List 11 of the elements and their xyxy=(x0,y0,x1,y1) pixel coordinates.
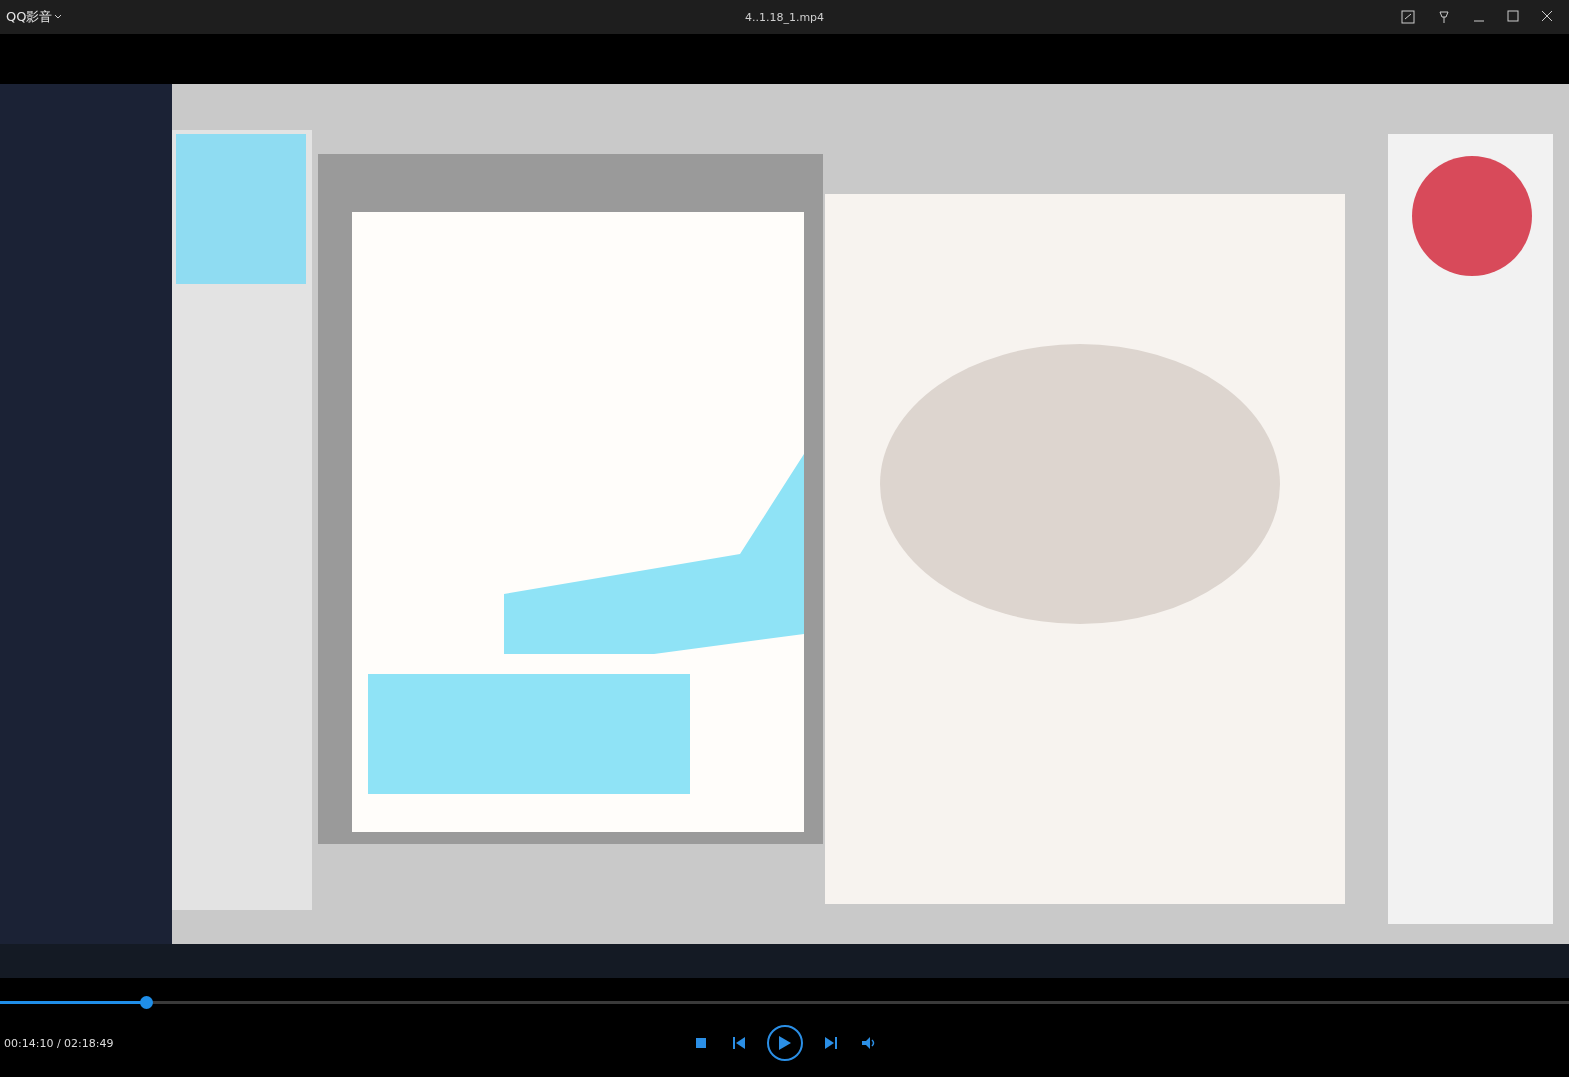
previous-icon xyxy=(732,1037,745,1049)
volume-icon xyxy=(861,1037,876,1049)
progress-handle[interactable] xyxy=(139,996,153,1009)
app-title: QQ影音 xyxy=(6,8,53,26)
chevron-down-icon[interactable] xyxy=(54,14,63,20)
play-icon xyxy=(778,1036,791,1050)
stop-icon xyxy=(695,1038,706,1048)
video-title: 4..1.18_1.mp4 xyxy=(744,10,825,24)
next-icon xyxy=(824,1037,837,1049)
playback-time: 00:14:10 / 02:18:49 xyxy=(4,1036,115,1050)
play-button[interactable] xyxy=(766,1025,803,1061)
